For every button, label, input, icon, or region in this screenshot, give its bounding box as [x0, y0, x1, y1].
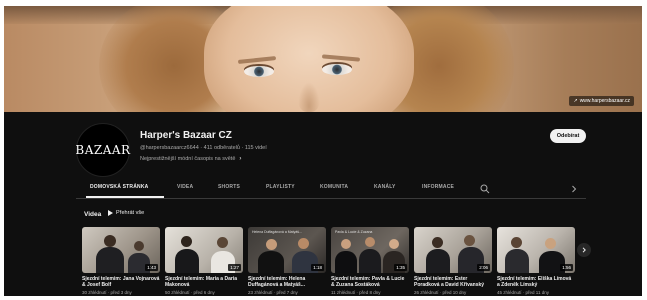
avatar-logo-text: BAZAAR: [75, 143, 131, 157]
video-meta: 26 zhlédnutí · před 10 dny: [414, 290, 467, 295]
video-title[interactable]: Sjezdní telemim: Eliška Límová a Zdeněk …: [497, 276, 575, 288]
video-thumbnail[interactable]: 1:56: [497, 227, 575, 273]
video-card[interactable]: 1:43 Sjezdní telemim: Jana Vojnarová & J…: [82, 227, 160, 295]
video-card[interactable]: 2:06 Sjezdní telemim: Ester Poradková a …: [414, 227, 492, 295]
video-duration: 1:43: [145, 264, 158, 271]
channel-avatar[interactable]: BAZAAR: [75, 123, 131, 177]
video-duration: 1:18: [311, 264, 324, 271]
chevron-right-icon: ›: [239, 156, 242, 162]
video-card[interactable]: Helena Duffagánová a Matyáš... 1:18 Sjez…: [248, 227, 326, 295]
play-all-button[interactable]: Přehrát vše: [108, 210, 144, 216]
video-duration: 1:27: [228, 264, 241, 271]
section-title: Videa: [84, 211, 102, 218]
video-duration: 1:56: [560, 264, 573, 271]
tab-channels[interactable]: KANÁLY: [374, 184, 396, 190]
video-title[interactable]: Sjezdní telemim: Maria a Daria Makonová: [165, 276, 243, 288]
banner-eye-right: [322, 64, 352, 75]
channel-description-text: Nejprestižnější módní časopis na světě: [140, 156, 236, 162]
video-title[interactable]: Sjezdní telemim: Pavla & Lucie & Zuzana …: [331, 276, 409, 288]
video-thumbnail[interactable]: Pavla & Lucie & Zuzana 1:35: [331, 227, 409, 273]
chevron-right-icon: [582, 247, 586, 253]
play-all-label: Přehrát vše: [116, 210, 145, 216]
video-card[interactable]: Pavla & Lucie & Zuzana 1:35 Sjezdní tele…: [331, 227, 409, 295]
video-thumbnail[interactable]: 1:27: [165, 227, 243, 273]
banner-nose: [298, 82, 320, 112]
video-card[interactable]: 1:27 Sjezdní telemim: Maria a Daria Mako…: [165, 227, 243, 295]
video-title[interactable]: Sjezdní telemim: Helena Duffagánová a Ma…: [248, 276, 326, 288]
banner-link[interactable]: ↗ www.harpersbazaar.cz: [569, 96, 634, 106]
link-icon: ↗: [573, 98, 578, 104]
carousel-next-button[interactable]: [577, 243, 591, 257]
tab-home[interactable]: DOMOVSKÁ STRÁNKA: [90, 184, 148, 190]
tabs-divider: [76, 198, 586, 199]
thumbnail-caption: Pavla & Lucie & Zuzana: [335, 230, 373, 234]
video-duration: 1:35: [394, 264, 407, 271]
video-thumbnail[interactable]: Helena Duffagánová a Matyáš... 1:18: [248, 227, 326, 273]
chevron-right-icon[interactable]: [570, 185, 578, 193]
search-icon[interactable]: [480, 184, 490, 194]
banner-eye-left: [244, 66, 274, 77]
tab-playlists[interactable]: PLAYLISTY: [266, 184, 295, 190]
play-icon: [108, 210, 113, 216]
tab-about[interactable]: INFORMACE: [422, 184, 454, 190]
subscribe-button[interactable]: Odebírat: [550, 129, 586, 143]
tab-shorts[interactable]: SHORTS: [218, 184, 240, 190]
video-meta: 11 zhlédnutí · před 8 dny: [331, 290, 381, 295]
video-title[interactable]: Sjezdní telemim: Ester Poradková a David…: [414, 276, 492, 288]
channel-description[interactable]: Nejprestižnější módní časopis na světě ›: [140, 156, 241, 162]
tab-videos[interactable]: VIDEA: [177, 184, 193, 190]
youtube-channel-page: ↗ www.harpersbazaar.cz BAZAAR Harper's B…: [4, 6, 642, 296]
video-meta: 30 zhlédnutí · před 3 dny: [82, 290, 132, 295]
video-meta: 50 zhlédnutí · před 6 dny: [165, 290, 215, 295]
thumbnail-caption: Helena Duffagánová a Matyáš...: [252, 230, 302, 234]
video-thumbnail[interactable]: 1:43: [82, 227, 160, 273]
channel-meta: @harpersbazaarcz6644 · 411 odběratelů · …: [140, 145, 267, 151]
video-title[interactable]: Sjezdní telemim: Jana Vojnarová & Josef …: [82, 276, 160, 288]
channel-banner: ↗ www.harpersbazaar.cz: [4, 6, 642, 112]
tab-community[interactable]: KOMUNITA: [320, 184, 348, 190]
video-meta: 45 zhlédnutí · před 11 dny: [497, 290, 549, 295]
banner-link-text: www.harpersbazaar.cz: [579, 98, 630, 104]
video-card[interactable]: 1:56 Sjezdní telemim: Eliška Límová a Zd…: [497, 227, 575, 295]
video-duration: 2:06: [477, 264, 490, 271]
video-meta: 23 zhlédnutí · před 7 dny: [248, 290, 298, 295]
video-thumbnail[interactable]: 2:06: [414, 227, 492, 273]
channel-name: Harper's Bazaar CZ: [140, 130, 232, 141]
